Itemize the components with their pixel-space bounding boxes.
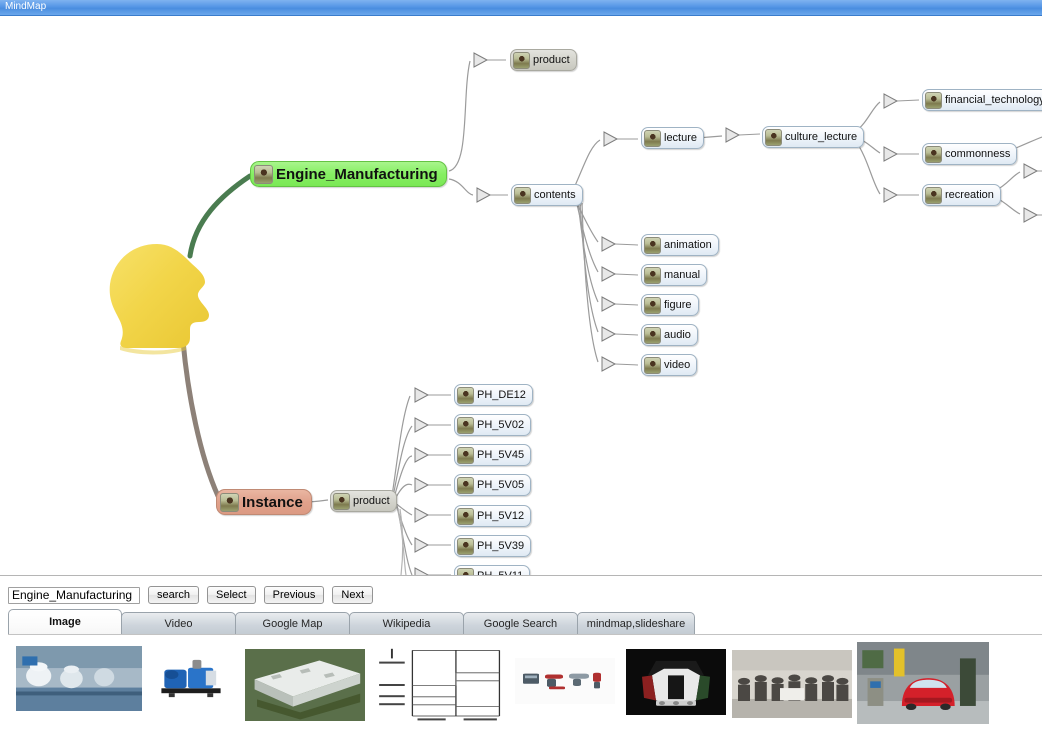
node-avatar-icon xyxy=(457,567,474,575)
node-avatar-icon xyxy=(513,51,530,69)
node-label: PH_DE12 xyxy=(477,388,526,401)
tab-google-map[interactable]: Google Map xyxy=(235,612,350,635)
node-label: Engine_Manufacturing xyxy=(276,165,438,183)
search-input[interactable] xyxy=(8,586,140,604)
thumb-pneumatic-tools[interactable] xyxy=(515,658,615,704)
node-avatar-icon xyxy=(925,145,942,163)
node-avatar-icon xyxy=(925,91,942,109)
node-avatar-icon xyxy=(457,386,474,404)
mindmap-node-instance[interactable]: Instance xyxy=(216,489,312,515)
select-button[interactable]: Select xyxy=(207,586,256,604)
tab-underline xyxy=(8,634,1042,635)
node-label: Instance xyxy=(242,493,303,511)
tab-wikipedia[interactable]: Wikipedia xyxy=(349,612,464,635)
mindmap-node-culture_lecture[interactable]: culture_lecture xyxy=(762,126,865,148)
node-avatar-icon xyxy=(457,416,474,434)
mindmap-node-recreation[interactable]: recreation xyxy=(922,184,1001,206)
thumb-cost-chart[interactable] xyxy=(374,644,502,724)
node-label: PH_5V02 xyxy=(477,418,525,431)
node-label: culture_lecture xyxy=(785,130,858,143)
node-label: lecture xyxy=(664,131,698,144)
head-silhouette-icon xyxy=(109,244,209,355)
previous-button[interactable]: Previous xyxy=(263,586,325,604)
thumb-historic-group[interactable] xyxy=(732,650,852,718)
thumb-v-engine[interactable] xyxy=(626,649,726,715)
mindmap-node-ph_5v02[interactable]: PH_5V02 xyxy=(454,414,532,436)
tab-mindmap-slideshare[interactable]: mindmap,slideshare xyxy=(577,612,695,635)
node-label: product xyxy=(353,494,390,507)
node-label: video xyxy=(664,358,691,371)
node-label: PH_5V05 xyxy=(477,478,525,491)
node-avatar-icon xyxy=(457,446,474,464)
thumb-factory-line[interactable] xyxy=(16,646,142,711)
node-label: PH_5V12 xyxy=(477,509,525,522)
node-label: PH_5V45 xyxy=(477,448,525,461)
mindmap-node-financial_technology[interactable]: financial_technology xyxy=(922,89,1042,111)
mindmap-node-product_instance[interactable]: product xyxy=(330,490,397,512)
tab-video[interactable]: Video xyxy=(121,612,236,635)
mindmap-node-contents[interactable]: contents xyxy=(511,184,583,206)
node-avatar-icon xyxy=(514,186,531,204)
mindmap-node-audio[interactable]: audio xyxy=(641,324,698,346)
node-avatar-icon xyxy=(644,326,661,344)
image-results-grid xyxy=(8,636,1042,724)
node-label: commonness xyxy=(945,147,1011,160)
mindmap-node-ph_de12[interactable]: PH_DE12 xyxy=(454,384,533,406)
mindmap-canvas[interactable]: Engine_Manufacturing product contents lectu… xyxy=(0,16,1042,575)
thumb-plant-layout[interactable] xyxy=(245,649,365,721)
node-label: product xyxy=(533,53,570,66)
next-button[interactable]: Next xyxy=(332,586,374,604)
node-avatar-icon xyxy=(220,492,239,512)
search-toolbar: search Select Previous Next xyxy=(8,586,374,604)
node-label: animation xyxy=(664,238,712,251)
node-avatar-icon xyxy=(644,236,661,254)
node-label: manual xyxy=(664,268,701,281)
node-avatar-icon xyxy=(457,537,474,555)
node-avatar-icon xyxy=(254,164,273,184)
tab-google-search[interactable]: Google Search xyxy=(463,612,578,635)
mindmap-node-ph_5v45[interactable]: PH_5V45 xyxy=(454,444,532,466)
mindmap-node-ph_5v12[interactable]: PH_5V12 xyxy=(454,505,532,527)
mindmap-node-engine_manufacturing[interactable]: Engine_Manufacturing xyxy=(250,161,447,187)
tab-image[interactable]: Image xyxy=(8,609,122,635)
node-avatar-icon xyxy=(765,128,782,146)
mindmap-node-ph_5v05[interactable]: PH_5V05 xyxy=(454,474,532,496)
thumb-blue-generator[interactable] xyxy=(154,654,228,703)
mindmap-node-manual[interactable]: manual xyxy=(641,264,708,286)
node-label: audio xyxy=(664,328,691,341)
results-panel: search Select Previous Next ImageVideoGo… xyxy=(0,575,1042,738)
search-button[interactable]: search xyxy=(148,586,200,604)
node-avatar-icon xyxy=(644,356,661,374)
node-label: figure xyxy=(664,298,692,311)
node-avatar-icon xyxy=(644,296,661,314)
results-tab-bar[interactable]: Image Video Google Map Wikipedia Google Sear… xyxy=(8,609,700,635)
node-label: financial_technology xyxy=(945,93,1042,106)
mindmap-node-commonness[interactable]: commonness xyxy=(922,143,1018,165)
mindmap-node-figure[interactable]: figure xyxy=(641,294,699,316)
node-label: PH_5V39 xyxy=(477,539,525,552)
node-avatar-icon xyxy=(333,492,350,510)
mindmap-node-product_top[interactable]: product xyxy=(510,49,577,71)
node-avatar-icon xyxy=(644,266,661,284)
node-label: contents xyxy=(534,188,576,201)
node-avatar-icon xyxy=(457,507,474,525)
thumb-red-car[interactable] xyxy=(857,642,989,724)
mindmap-node-ph_5v11[interactable]: PH_5V11 xyxy=(454,565,531,575)
node-avatar-icon xyxy=(925,186,942,204)
mindmap-application: MindMap Engine_Manufacturing product con… xyxy=(0,0,1042,738)
mindmap-node-animation[interactable]: animation xyxy=(641,234,719,256)
window-title-bar: MindMap xyxy=(0,0,1042,16)
node-avatar-icon xyxy=(457,476,474,494)
node-label: recreation xyxy=(945,188,994,201)
mindmap-node-lecture[interactable]: lecture xyxy=(641,127,705,149)
node-avatar-icon xyxy=(644,129,661,147)
window-title: MindMap xyxy=(5,1,47,12)
mindmap-node-video[interactable]: video xyxy=(641,354,698,376)
mindmap-node-ph_5v39[interactable]: PH_5V39 xyxy=(454,535,532,557)
